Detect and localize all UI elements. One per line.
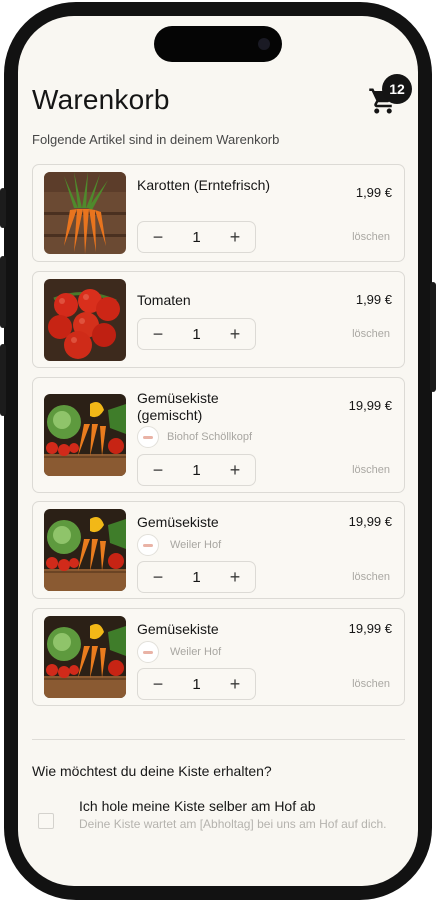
decrease-quantity-button[interactable]: −	[138, 222, 178, 252]
farm-name: Weiler Hof	[170, 539, 222, 551]
delete-item-link[interactable]: löschen	[352, 571, 390, 583]
quantity-value: 1	[192, 461, 201, 479]
action-button	[0, 188, 6, 228]
page-title: Warenkorb	[32, 84, 170, 115]
item-name: Tomaten	[137, 292, 191, 308]
farm-name: Weiler Hof	[170, 646, 222, 658]
section-divider	[32, 739, 405, 740]
farm-info: Weiler Hof	[137, 641, 221, 663]
decrease-quantity-button[interactable]: −	[138, 562, 178, 592]
item-price: 19,99 €	[348, 398, 392, 413]
pickup-option-description: Deine Kiste wartet am [Abholtag] bei uns…	[79, 817, 387, 831]
quantity-value: 1	[192, 568, 201, 586]
increase-quantity-button[interactable]: +	[215, 319, 255, 349]
item-price: 19,99 €	[348, 514, 392, 529]
item-price: 1,99 €	[355, 185, 392, 200]
quantity-stepper: − 1 +	[137, 221, 256, 253]
cart-item-card: Gemüsekiste (gemischt) 19,99 € Biohof Sc…	[32, 377, 405, 493]
delete-item-link[interactable]: löschen	[352, 231, 390, 243]
item-price: 1,99 €	[355, 292, 392, 307]
delete-item-link[interactable]: löschen	[352, 678, 390, 690]
cart-count-badge: 12	[382, 74, 412, 104]
item-name: Karotten (Erntefrisch)	[137, 177, 271, 193]
pickup-option-title[interactable]: Ich hole meine Kiste selber am Hof ab	[79, 798, 316, 814]
vegetable-box-image	[44, 509, 126, 591]
dynamic-island	[154, 26, 282, 62]
quantity-stepper: − 1 +	[137, 454, 256, 486]
app-screen: Warenkorb 12 Folgende Artikel sind in de…	[18, 16, 418, 886]
camera-icon	[258, 38, 270, 50]
carrots-image	[44, 172, 126, 254]
item-name: Gemüsekiste	[137, 621, 219, 637]
cart-item-card: Tomaten 1,99 € − 1 + löschen	[32, 271, 405, 368]
decrease-quantity-button[interactable]: −	[138, 669, 178, 699]
increase-quantity-button[interactable]: +	[215, 562, 255, 592]
tomatoes-image	[44, 279, 126, 361]
quantity-value: 1	[192, 325, 201, 343]
pickup-checkbox[interactable]	[38, 813, 54, 829]
increase-quantity-button[interactable]: +	[215, 669, 255, 699]
cart-item-card: Gemüsekiste 19,99 € Weiler Hof − 1 + lös…	[32, 608, 405, 706]
quantity-value: 1	[192, 675, 201, 693]
farm-logo-icon	[137, 641, 159, 663]
decrease-quantity-button[interactable]: −	[138, 455, 178, 485]
increase-quantity-button[interactable]: +	[215, 455, 255, 485]
quantity-stepper: − 1 +	[137, 561, 256, 593]
farm-name: Biohof Schöllkopf	[167, 431, 252, 443]
increase-quantity-button[interactable]: +	[215, 222, 255, 252]
item-name: Gemüsekiste	[137, 514, 219, 530]
quantity-value: 1	[192, 228, 201, 246]
delete-item-link[interactable]: löschen	[352, 464, 390, 476]
page-subtitle: Folgende Artikel sind in deinem Warenkor…	[32, 132, 280, 147]
cart-item-card: Karotten (Erntefrisch) 1,99 € − 1 + lösc…	[32, 164, 405, 262]
power-button	[430, 282, 436, 392]
delete-item-link[interactable]: löschen	[352, 328, 390, 340]
farm-logo-icon	[137, 534, 159, 556]
cart-item-card: Gemüsekiste 19,99 € Weiler Hof − 1 + lös…	[32, 501, 405, 599]
decrease-quantity-button[interactable]: −	[138, 319, 178, 349]
farm-logo-icon	[137, 426, 159, 448]
delivery-question: Wie möchtest du deine Kiste erhalten?	[32, 763, 272, 779]
item-price: 19,99 €	[348, 621, 392, 636]
farm-info: Weiler Hof	[137, 534, 221, 556]
farm-info: Biohof Schöllkopf	[137, 426, 252, 448]
quantity-stepper: − 1 +	[137, 668, 256, 700]
volume-down-button	[0, 344, 6, 416]
quantity-stepper: − 1 +	[137, 318, 256, 350]
volume-up-button	[0, 256, 6, 328]
vegetable-box-image	[44, 616, 126, 698]
item-name: Gemüsekiste (gemischt)	[137, 390, 219, 423]
vegetable-box-image	[44, 394, 126, 476]
